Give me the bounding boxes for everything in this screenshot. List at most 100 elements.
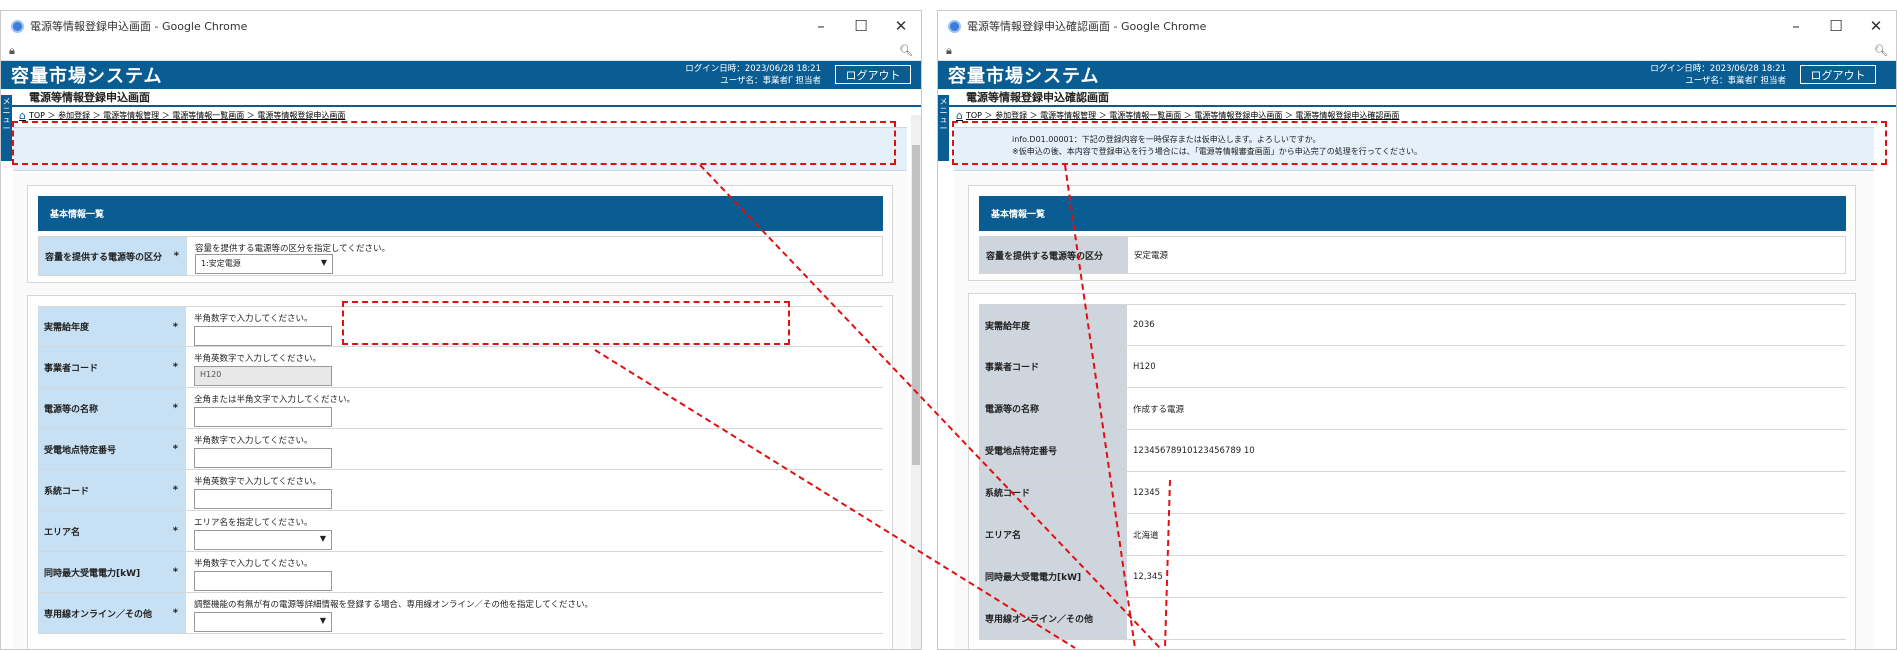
field-hint: 半角英数字で入力してください。 [194, 477, 321, 487]
form-row: 受電地点特定番号 * 半角数字で入力してください。 [38, 429, 883, 470]
field-input[interactable] [194, 448, 332, 468]
basic-info-panel: 基本情報一覧 容量を提供する電源等の区分 安定電源 [968, 185, 1856, 281]
field-label-text: 専用線オンライン／その他 [44, 609, 153, 620]
field-input[interactable] [194, 489, 332, 509]
home-icon[interactable]: ⌂ [956, 109, 963, 122]
field-cell: 半角英数字で入力してください。 H120 [186, 347, 883, 387]
field-select[interactable]: ▼ [194, 612, 332, 632]
zoom-icon[interactable]: 🔍︎ [899, 44, 913, 57]
field-input[interactable] [194, 571, 332, 591]
window-titlebar: 電源等情報登録申込確認画面 - Google Chrome – ☐ ✕ [938, 11, 1896, 41]
breadcrumb-text[interactable]: TOP ＞ 参加登録 ＞ 電源等情報管理 ＞ 電源等情報一覧画面 ＞ 電源等情報… [29, 110, 345, 121]
kubun-label: 容量を提供する電源等の区分 [980, 237, 1128, 273]
window-titlebar: 電源等情報登録申込画面 - Google Chrome – ☐ ✕ [1, 11, 921, 41]
address-bar: 🔒︎ 🔍︎ [1, 41, 921, 61]
chrome-icon [11, 19, 24, 33]
field-hint: 半角数字で入力してください。 [194, 559, 313, 569]
login-info: ログイン日時：2023/06/28 18:21 ユーザ名：事業者Γ 担当者 [1650, 63, 1786, 87]
login-time: ログイン日時：2023/06/28 18:21 [685, 64, 821, 74]
field-value: H120 [1127, 346, 1846, 387]
field-select[interactable]: ▼ [194, 530, 332, 550]
field-input[interactable] [194, 407, 332, 427]
basic-info-panel: 基本情報一覧 容量を提供する電源等の区分 * 容量を提供する電源等の区分を指定し… [27, 185, 893, 283]
form-row: 系統コード * 半角英数字で入力してください。 [38, 470, 883, 511]
scrollbar[interactable] [911, 115, 921, 649]
zoom-icon[interactable]: 🔍︎ [1874, 44, 1888, 57]
field-hint: 半角数字で入力してください。 [194, 436, 313, 446]
close-button[interactable]: ✕ [881, 17, 921, 35]
system-name: 容量市場システム [11, 66, 163, 87]
annotation-message-area-left [12, 121, 896, 165]
form-row: 同時最大受電電力[kW] * 半角数字で入力してください。 [38, 552, 883, 593]
logout-button[interactable]: ログアウト [1800, 65, 1876, 84]
menu-side-tab[interactable]: メニュー [938, 95, 949, 161]
field-hint: 半角英数字で入力してください。 [194, 354, 321, 364]
breadcrumb-text[interactable]: TOP ＞ 参加登録 ＞ 電源等情報管理 ＞ 電源等情報一覧画面 ＞ 電源等情報… [966, 110, 1399, 121]
kubun-select[interactable]: 1:安定電源 ▼ [195, 254, 333, 274]
required-mark: * [172, 484, 178, 496]
field-label-text: 事業者コード [44, 363, 99, 374]
user-name: ユーザ名：事業者Γ 担当者 [1685, 76, 1786, 86]
chevron-down-icon: ▼ [320, 258, 327, 267]
confirm-row: 系統コード 12345 [979, 472, 1846, 514]
address-bar: 🔒︎ 🔍︎ [938, 41, 1896, 61]
maximize-button[interactable]: ☐ [841, 17, 881, 35]
chevron-down-icon: ▼ [319, 534, 326, 543]
field-label-text: 受電地点特定番号 [44, 445, 117, 456]
user-name: ユーザ名：事業者Γ 担当者 [720, 76, 821, 86]
lock-icon: 🔒︎ [9, 43, 15, 57]
window-title: 電源等情報登録申込確認画面 - Google Chrome [967, 20, 1207, 33]
field-input: H120 [194, 366, 332, 386]
app-header: 容量市場システム ログイン日時：2023/06/28 18:21 ユーザ名：事業… [1, 61, 921, 89]
form-row: 電源等の名称 * 全角または半角文字で入力してください。 [38, 388, 883, 429]
required-mark: * [172, 361, 178, 373]
field-hint: 全角または半角文字で入力してください。 [194, 395, 355, 405]
app-header: 容量市場システム ログイン日時：2023/06/28 18:21 ユーザ名：事業… [938, 61, 1896, 89]
form-row: エリア名 * エリア名を指定してください。 ▼ [38, 511, 883, 552]
close-button[interactable]: ✕ [1856, 17, 1896, 35]
minimize-button[interactable]: – [1776, 17, 1816, 35]
scrollbar-thumb[interactable] [912, 145, 920, 465]
field-label: 電源等の名称 [979, 388, 1127, 429]
field-label-text: 系統コード [44, 486, 90, 497]
logout-button[interactable]: ログアウト [835, 65, 911, 84]
required-mark: * [172, 321, 178, 332]
menu-side-tab[interactable]: メニュー [1, 95, 12, 161]
confirm-row: 実需給年度 2036 [979, 304, 1846, 346]
field-label: 実需給年度 [979, 305, 1127, 345]
confirm-row: エリア名 北海道 [979, 514, 1846, 556]
maximize-button[interactable]: ☐ [1816, 17, 1856, 35]
field-value: 12345678910123456789 10 [1127, 430, 1846, 471]
kubun-label-text: 容量を提供する電源等の区分 [45, 252, 163, 263]
kubun-field: 容量を提供する電源等の区分を指定してください。 1:安定電源 ▼ [187, 237, 882, 275]
field-value: 12,345 [1127, 556, 1846, 597]
content-area: 基本情報一覧 容量を提供する電源等の区分 * 容量を提供する電源等の区分を指定し… [13, 173, 907, 649]
field-label: エリア名 * [38, 511, 186, 551]
required-mark: * [172, 607, 178, 619]
section-title: 基本情報一覧 [979, 196, 1846, 231]
login-time: ログイン日時：2023/06/28 18:21 [1650, 64, 1786, 74]
field-label: エリア名 [979, 514, 1127, 555]
field-label-text: 電源等の名称 [44, 404, 99, 415]
field-cell: 半角数字で入力してください。 [186, 429, 883, 469]
content-area: 基本情報一覧 容量を提供する電源等の区分 安定電源 実需給年度 2036 事業者コ… [954, 173, 1874, 649]
required-mark: * [173, 250, 179, 262]
field-label: 事業者コード [979, 346, 1127, 387]
confirm-row: 電源等の名称 作成する電源 [979, 388, 1846, 430]
field-label-text: エリア名 [44, 527, 81, 538]
field-label: 系統コード * [38, 470, 186, 510]
field-label: 事業者コード * [38, 347, 186, 387]
kubun-hint: 容量を提供する電源等の区分を指定してください。 [195, 244, 390, 254]
login-info: ログイン日時：2023/06/28 18:21 ユーザ名：事業者Γ 担当者 [685, 63, 821, 87]
home-icon[interactable]: ⌂ [19, 109, 26, 122]
detail-info-panel: 実需給年度 * 半角数字で入力してください。 事業者コード * 半角英数字で入力… [27, 295, 893, 649]
annotation-message-area-right [952, 121, 1887, 165]
field-input[interactable] [194, 326, 332, 346]
field-cell: エリア名を指定してください。 ▼ [186, 511, 883, 551]
field-cell: 全角または半角文字で入力してください。 [186, 388, 883, 428]
field-hint: 調整機能の有無が有の電源等詳細情報を登録する場合、専用線オンライン／その他を指定… [194, 600, 593, 610]
field-label: 同時最大受電電力[kW] * [38, 552, 186, 592]
field-cell: 半角数字で入力してください。 [186, 552, 883, 592]
field-label: 電源等の名称 * [38, 388, 186, 428]
minimize-button[interactable]: – [801, 17, 841, 35]
